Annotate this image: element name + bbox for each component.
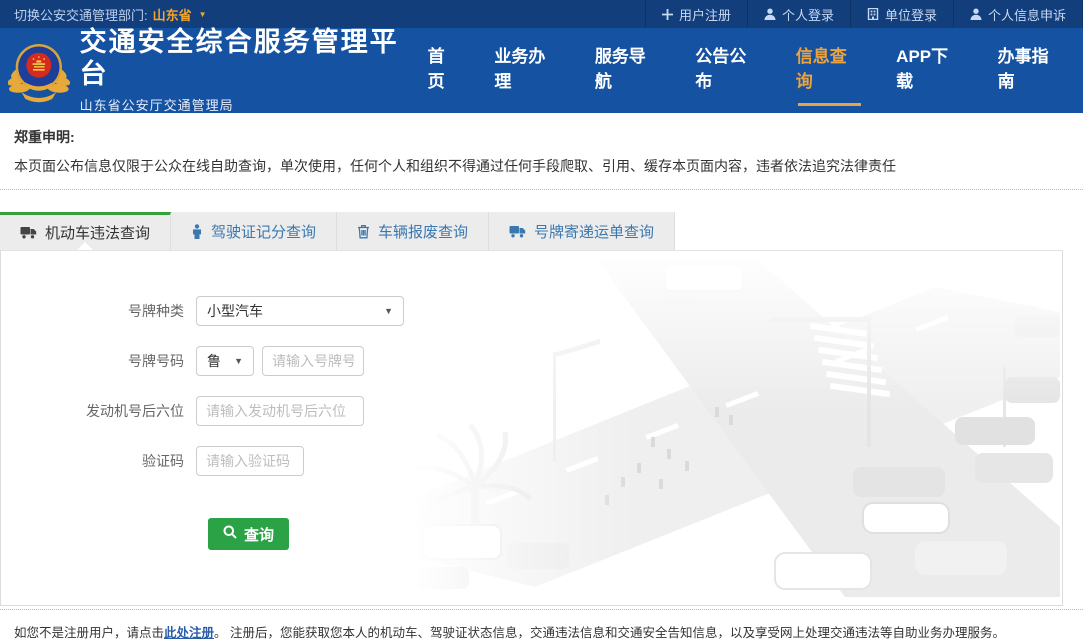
statement-title: 郑重申明: [14, 127, 1069, 147]
query-button[interactable]: 查询 [208, 518, 289, 550]
brand-text: 交通安全综合服务管理平台 山东省公安厅交通管理局 [80, 27, 426, 113]
plate-number-label: 号牌号码 [1, 351, 196, 371]
unit-login-link[interactable]: 单位登录 [850, 0, 953, 28]
region-value: 山东省 [153, 5, 192, 24]
query-button-label: 查询 [244, 524, 274, 545]
main-nav: 首页 业务办理 服务导航 公告公布 信息查询 APP下载 办事指南 [426, 36, 1083, 106]
unit-login-label: 单位登录 [885, 5, 937, 24]
engine-number-label: 发动机号后六位 [1, 401, 196, 421]
plate-type-label: 号牌种类 [1, 301, 196, 321]
statement-body: 本页面公布信息仅限于公众在线自助查询，单次使用，任何个人和组织不得通过任何手段爬… [14, 156, 1069, 176]
plate-number-row: 号牌号码 鲁 ▼ [1, 346, 1062, 376]
query-tabs: 机动车违法查询 驾驶证记分查询 车辆报废查询 号牌寄递运单查询 [0, 212, 1083, 250]
tab-label: 机动车违法查询 [45, 222, 150, 243]
person-icon [764, 8, 776, 20]
region-switcher[interactable]: 切换公安交通管理部门: 山东省 ▼ [0, 5, 207, 24]
search-icon [223, 525, 237, 543]
truck-icon [20, 226, 37, 239]
hint-text-before: 如您不是注册用户，请点击 [14, 626, 164, 640]
top-utility-bar: 切换公安交通管理部门: 山东省 ▼ 用户注册 个人登录 单位登录 个人信息申诉 [0, 0, 1083, 28]
register-here-link[interactable]: 此处注册 [164, 626, 214, 640]
tab-driver-license-points-query[interactable]: 驾驶证记分查询 [171, 212, 337, 250]
personal-appeal-link[interactable]: 个人信息申诉 [953, 0, 1083, 28]
tab-label: 车辆报废查询 [378, 221, 468, 242]
nav-item-app-download[interactable]: APP下载 [894, 36, 966, 106]
chevron-down-icon: ▼ [376, 306, 393, 316]
register-hint: 如您不是注册用户，请点击此处注册。 注册后，您能获取您本人的机动车、驾驶证状态信… [0, 609, 1083, 643]
site-subtitle: 山东省公安厅交通管理局 [80, 95, 426, 114]
tab-label: 号牌寄递运单查询 [534, 221, 654, 242]
user-register-label: 用户注册 [679, 5, 731, 24]
engine-number-row: 发动机号后六位 [1, 396, 1062, 426]
plus-icon [662, 9, 673, 20]
nav-item-business[interactable]: 业务办理 [492, 36, 563, 106]
nav-item-handbook[interactable]: 办事指南 [996, 36, 1067, 106]
site-header: 交通安全综合服务管理平台 山东省公安厅交通管理局 首页 业务办理 服务导航 公告… [0, 28, 1083, 113]
truck-icon [509, 225, 526, 238]
violation-query-form: 号牌种类 小型汽车 ▼ 号牌号码 鲁 ▼ 发动机号后六位 验证码 [1, 251, 1062, 550]
user-register-link[interactable]: 用户注册 [645, 0, 747, 28]
plate-type-select[interactable]: 小型汽车 ▼ [196, 296, 404, 326]
topbar-links: 用户注册 个人登录 单位登录 个人信息申诉 [645, 0, 1083, 28]
site-title: 交通安全综合服务管理平台 [80, 27, 426, 89]
captcha-label: 验证码 [1, 451, 196, 471]
province-value: 鲁 [207, 351, 221, 371]
province-select[interactable]: 鲁 ▼ [196, 346, 254, 376]
plate-type-row: 号牌种类 小型汽车 ▼ [1, 296, 1062, 326]
nav-item-service-guide[interactable]: 服务导航 [593, 36, 664, 106]
personal-login-label: 个人登录 [782, 5, 834, 24]
brand[interactable]: 交通安全综合服务管理平台 山东省公安厅交通管理局 [0, 27, 426, 113]
building-icon [867, 8, 879, 20]
region-switch-label: 切换公安交通管理部门: [14, 5, 148, 24]
nav-item-announcements[interactable]: 公告公布 [693, 36, 764, 106]
plate-number-input[interactable] [262, 346, 364, 376]
tab-label: 驾驶证记分查询 [211, 221, 316, 242]
personal-appeal-label: 个人信息申诉 [988, 5, 1066, 24]
captcha-row: 验证码 [1, 446, 1062, 476]
trash-icon [357, 224, 370, 239]
tab-vehicle-violation-query[interactable]: 机动车违法查询 [0, 212, 171, 250]
plate-type-value: 小型汽车 [207, 301, 263, 321]
submit-row: 查询 [1, 518, 1062, 550]
engine-number-input[interactable] [196, 396, 364, 426]
police-badge-logo [8, 38, 70, 104]
person-icon [970, 8, 982, 20]
solemn-statement: 郑重申明: 本页面公布信息仅限于公众在线自助查询，单次使用，任何个人和组织不得通… [0, 113, 1083, 190]
nav-item-home[interactable]: 首页 [426, 36, 464, 106]
captcha-input[interactable] [196, 446, 304, 476]
nav-item-info-query[interactable]: 信息查询 [794, 36, 865, 106]
tab-vehicle-scrap-query[interactable]: 车辆报废查询 [337, 212, 489, 250]
chevron-down-icon: ▼ [199, 10, 207, 19]
personal-login-link[interactable]: 个人登录 [747, 0, 850, 28]
chevron-down-icon: ▼ [226, 356, 243, 366]
hint-text-after: 。 注册后，您能获取您本人的机动车、驾驶证状态信息，交通违法信息和交通安全告知信… [214, 626, 1005, 640]
query-panel: 号牌种类 小型汽车 ▼ 号牌号码 鲁 ▼ 发动机号后六位 验证码 [0, 250, 1063, 606]
person-icon [191, 224, 203, 239]
tab-plate-delivery-query[interactable]: 号牌寄递运单查询 [489, 212, 675, 250]
